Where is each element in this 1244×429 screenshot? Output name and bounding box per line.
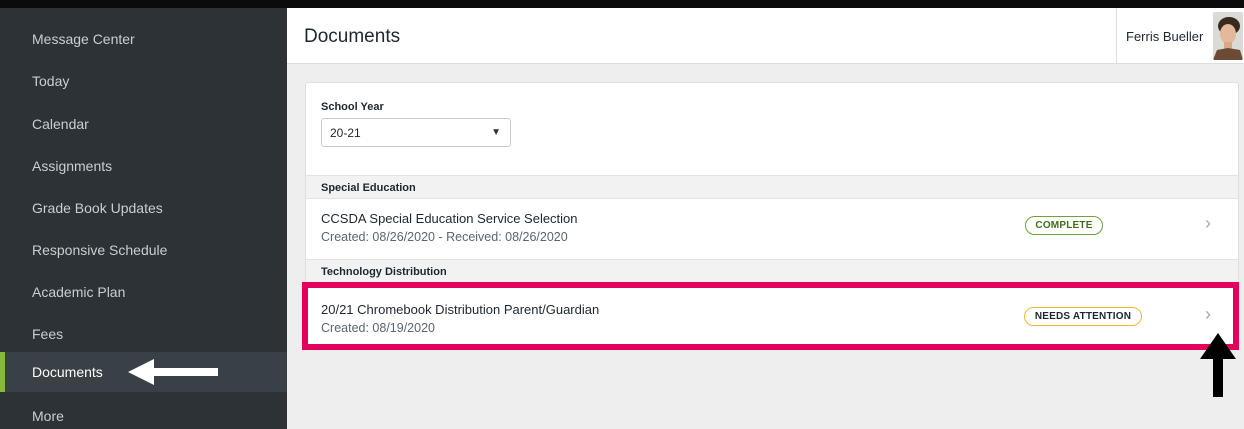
section-title: Technology Distribution bbox=[321, 266, 447, 278]
sidebar-item-message-center[interactable]: Message Center bbox=[0, 19, 287, 59]
school-year-label: School Year bbox=[321, 101, 384, 113]
sidebar-item-responsive-schedule[interactable]: Responsive Schedule bbox=[0, 230, 287, 270]
page-header: Documents Ferris Bueller bbox=[287, 8, 1244, 64]
sidebar-item-label: Fees bbox=[32, 326, 64, 342]
sidebar-item-calendar[interactable]: Calendar bbox=[0, 104, 287, 144]
user-name: Ferris Bueller bbox=[1126, 29, 1204, 44]
documents-card: School Year 20-21 ▼ Special Education CC… bbox=[305, 82, 1239, 347]
avatar[interactable] bbox=[1213, 12, 1243, 60]
page-title: Documents bbox=[304, 26, 401, 47]
sidebar-item-today[interactable]: Today bbox=[0, 61, 287, 101]
sidebar-item-more[interactable]: More bbox=[0, 396, 287, 429]
document-title: 20/21 Chromebook Distribution Parent/Gua… bbox=[321, 302, 600, 317]
sidebar-item-label: Academic Plan bbox=[32, 284, 126, 300]
section-header-special-education: Special Education bbox=[306, 175, 1238, 199]
chevron-right-icon[interactable]: › bbox=[1205, 304, 1211, 325]
document-meta: Created: 08/26/2020 - Received: 08/26/20… bbox=[321, 230, 568, 244]
left-arrow-annotation-icon bbox=[128, 359, 218, 385]
chevron-right-icon[interactable]: › bbox=[1205, 213, 1211, 234]
school-year-value: 20-21 bbox=[330, 126, 361, 140]
status-badge: COMPLETE bbox=[1025, 216, 1103, 235]
sidebar-item-label: Message Center bbox=[32, 31, 135, 47]
sidebar-item-fees[interactable]: Fees bbox=[0, 314, 287, 354]
top-bar bbox=[0, 0, 1244, 8]
status-badge: NEEDS ATTENTION bbox=[1024, 307, 1142, 326]
school-year-select[interactable]: 20-21 ▼ bbox=[321, 118, 511, 147]
section-title: Special Education bbox=[321, 182, 416, 194]
document-row[interactable]: 20/21 Chromebook Distribution Parent/Gua… bbox=[306, 290, 1238, 340]
sidebar-item-label: Documents bbox=[32, 364, 103, 380]
sidebar-item-label: Today bbox=[32, 73, 70, 89]
sidebar-item-label: Responsive Schedule bbox=[32, 242, 168, 258]
sidebar-item-label: Calendar bbox=[32, 116, 89, 132]
sidebar-item-assignments[interactable]: Assignments bbox=[0, 146, 287, 186]
up-arrow-annotation-icon bbox=[1200, 333, 1236, 397]
sidebar-item-label: More bbox=[32, 408, 64, 424]
sidebar-item-label: Assignments bbox=[32, 158, 113, 174]
sidebar-item-academic-plan[interactable]: Academic Plan bbox=[0, 272, 287, 312]
caret-down-icon: ▼ bbox=[491, 127, 501, 138]
section-header-technology-distribution: Technology Distribution bbox=[306, 259, 1238, 283]
sidebar-item-grade-book-updates[interactable]: Grade Book Updates bbox=[0, 188, 287, 228]
document-row[interactable]: CCSDA Special Education Service Selectio… bbox=[306, 199, 1238, 249]
document-title: CCSDA Special Education Service Selectio… bbox=[321, 211, 578, 226]
sidebar-item-label: Grade Book Updates bbox=[32, 200, 163, 216]
document-meta: Created: 08/19/2020 bbox=[321, 321, 435, 335]
user-menu[interactable]: Ferris Bueller bbox=[1116, 8, 1244, 64]
